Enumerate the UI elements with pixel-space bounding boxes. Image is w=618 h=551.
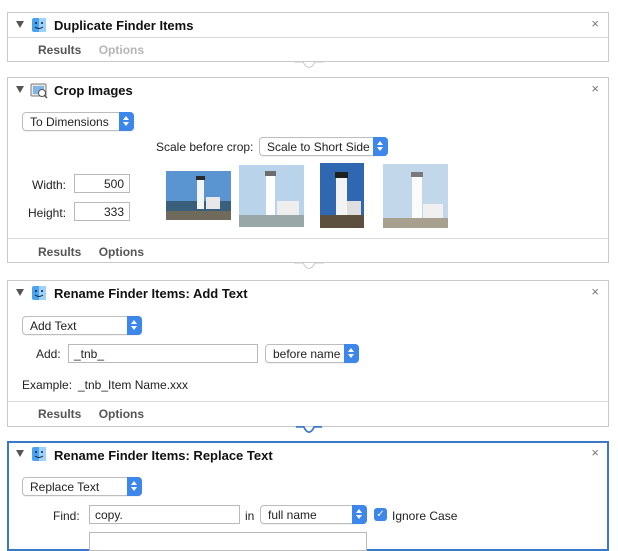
action-tabs: Results Options [38,43,158,57]
tab-options[interactable]: Options [99,407,144,421]
scale-popup[interactable]: Scale to Short Side [259,137,388,156]
popup-arrows-icon [344,344,359,363]
action-title: Duplicate Finder Items [54,18,194,33]
lighthouse-thumbnail [383,164,448,228]
find-label: Find: [53,509,80,523]
finder-icon [32,18,46,32]
lighthouse-thumbnail [166,171,231,220]
lighthouse-thumbnail [239,165,304,227]
position-popup[interactable]: before name [265,344,359,363]
in-value: full name [268,508,317,522]
disclosure-triangle-icon[interactable] [16,450,24,457]
disclosure-triangle-icon[interactable] [16,21,24,28]
preview-icon [30,83,48,99]
action-duplicate-finder-items[interactable]: Duplicate Finder Items × Results Options [7,12,609,62]
action-connector [295,426,323,433]
tab-results[interactable]: Results [38,407,81,421]
rename-mode-value: Replace Text [30,480,100,494]
disclosure-triangle-icon[interactable] [16,289,24,296]
finder-icon [32,447,46,461]
popup-arrows-icon [127,477,142,496]
disclosure-triangle-icon[interactable] [16,86,24,93]
action-header[interactable]: Rename Finder Items: Add Text × [8,281,608,307]
action-rename-replace-text[interactable]: Rename Finder Items: Replace Text × Repl… [7,441,609,551]
height-field[interactable]: 333 [74,202,130,221]
close-icon[interactable]: × [591,284,599,299]
tab-options[interactable]: Options [99,245,144,259]
action-title: Rename Finder Items: Replace Text [54,448,273,463]
action-title: Crop Images [54,83,133,98]
example-value: _tnb_Item Name.xxx [78,378,189,392]
close-icon[interactable]: × [591,16,599,31]
popup-arrows-icon [373,137,388,156]
tab-results[interactable]: Results [38,245,81,259]
action-header[interactable]: Crop Images × [8,78,608,104]
action-tabs: Results Options [38,245,158,259]
width-field[interactable]: 500 [74,174,130,193]
find-text-field[interactable]: copy. [89,505,240,524]
popup-arrows-icon [119,112,134,131]
close-icon[interactable]: × [591,445,599,460]
divider [8,238,608,239]
action-header[interactable]: Rename Finder Items: Replace Text × [9,443,607,469]
tab-options[interactable]: Options [99,43,144,57]
divider [8,401,608,402]
popup-arrows-icon [127,316,142,335]
add-text-field[interactable]: _tnb_ [68,344,258,363]
popup-arrows-icon [352,505,367,524]
action-rename-add-text[interactable]: Rename Finder Items: Add Text × Add Text… [7,280,609,427]
height-label: Height: [28,206,67,220]
lighthouse-thumbnail [320,163,364,228]
ignore-case-checkbox[interactable]: ✓ [374,508,387,521]
in-popup[interactable]: full name [260,505,367,524]
action-tabs: Results Options [38,407,158,421]
width-label: Width: [32,178,67,192]
action-connector [294,262,324,269]
tab-results[interactable]: Results [38,43,81,57]
example-label: Example: [22,378,73,392]
replace-text-field[interactable] [89,532,367,551]
action-header[interactable]: Duplicate Finder Items × [8,13,608,39]
action-title: Rename Finder Items: Add Text [54,286,248,301]
in-label: in [245,509,255,523]
divider [8,37,608,38]
add-label: Add: [36,347,61,361]
close-icon[interactable]: × [591,81,599,96]
rename-mode-value: Add Text [30,319,77,333]
rename-mode-popup[interactable]: Replace Text [22,477,142,496]
rename-mode-popup[interactable]: Add Text [22,316,142,335]
crop-mode-value: To Dimensions [30,115,109,129]
scale-value: Scale to Short Side [267,140,370,154]
crop-mode-popup[interactable]: To Dimensions [22,112,134,131]
ignore-case-label: Ignore Case [392,509,458,523]
action-connector [294,61,324,68]
finder-icon [32,286,46,300]
action-crop-images[interactable]: Crop Images × To Dimensions Scale before… [7,77,609,263]
position-value: before name [273,347,341,361]
scale-label: Scale before crop: [156,140,254,154]
